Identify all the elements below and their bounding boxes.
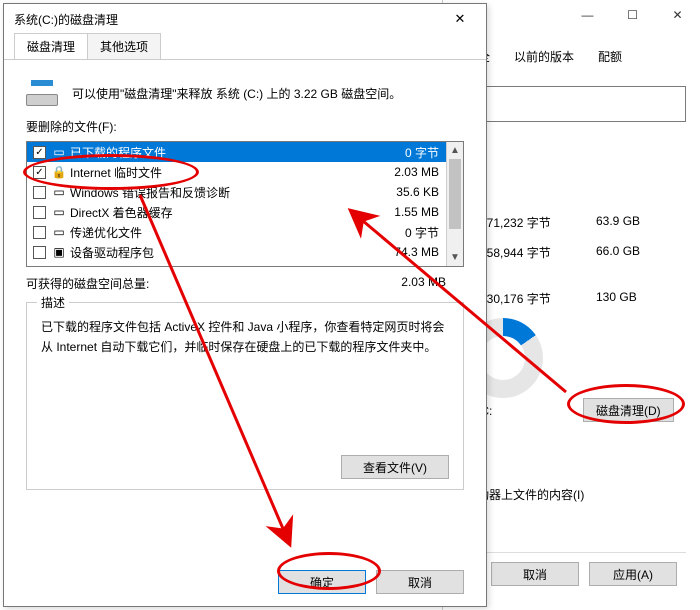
list-item[interactable]: ▭ 传递优化文件 0 字节 <box>27 222 463 242</box>
total-label: 可获得的磁盘空间总量: <box>26 275 149 292</box>
item-name: 传递优化文件 <box>70 224 142 241</box>
item-size: 74.3 MB <box>394 245 439 259</box>
capacity-human: 130 GB <box>596 290 637 304</box>
close-button[interactable]: ✕ <box>655 0 700 30</box>
capacity-bytes: 530,176 字节 <box>480 290 551 307</box>
item-size: 1.55 MB <box>394 205 439 219</box>
cancel-button[interactable]: 取消 <box>376 570 464 594</box>
tab-previous-versions[interactable]: 以前的版本 <box>506 44 582 69</box>
list-item[interactable]: ▭ DirectX 着色器缓存 1.55 MB <box>27 202 463 222</box>
checkbox[interactable]: ✓ <box>33 166 46 179</box>
item-name: 已下载的程序文件 <box>70 144 166 161</box>
list-item[interactable]: ✓ ▭ 已下载的程序文件 0 字节 <box>27 142 463 162</box>
item-size: 0 字节 <box>405 224 439 241</box>
page-icon: ▭ <box>52 205 66 219</box>
item-name: 设备驱动程序包 <box>70 244 154 261</box>
apply-button[interactable]: 应用(A) <box>589 562 677 586</box>
checkbox[interactable] <box>33 246 46 259</box>
checkbox[interactable] <box>33 186 46 199</box>
page-icon: ▭ <box>52 145 66 159</box>
group-title: 描述 <box>37 294 69 311</box>
view-files-button[interactable]: 查看文件(V) <box>341 455 449 479</box>
item-name: DirectX 着色器缓存 <box>70 204 173 221</box>
item-size: 35.6 KB <box>396 185 439 199</box>
summary-text: 可以使用"磁盘清理"来释放 系统 (C:) 上的 3.22 GB 磁盘空间。 <box>72 85 401 102</box>
ok-button[interactable]: 确定 <box>278 570 366 594</box>
lock-icon: 🔒 <box>52 165 66 179</box>
used-human: 63.9 GB <box>596 214 640 228</box>
free-human: 66.0 GB <box>596 244 640 258</box>
tab-other-options[interactable]: 其他选项 <box>87 33 161 59</box>
item-name: Windows 错误报告和反馈诊断 <box>70 184 230 201</box>
maximize-button[interactable]: ☐ <box>610 0 655 30</box>
page-icon: ▭ <box>52 185 66 199</box>
checkbox[interactable] <box>33 226 46 239</box>
dialog-title: 系统(C:)的磁盘清理 <box>14 11 440 28</box>
scroll-thumb[interactable] <box>449 159 461 229</box>
used-bytes: 271,232 字节 <box>480 214 551 231</box>
description-text: 已下载的程序文件包括 ActiveX 控件和 Java 小程序，你查看特定网页时… <box>41 317 449 358</box>
scroll-down-icon[interactable]: ▼ <box>447 249 463 266</box>
pkg-icon: ▣ <box>52 245 66 259</box>
file-list[interactable]: ✓ ▭ 已下载的程序文件 0 字节 ✓ 🔒 Internet 临时文件 2.03 MB ▭ Win… <box>26 141 464 267</box>
tab-quota[interactable]: 配额 <box>590 44 630 69</box>
free-bytes: 258,944 字节 <box>480 244 551 261</box>
checkbox[interactable] <box>33 206 46 219</box>
total-value: 2.03 MB <box>401 275 464 292</box>
drive-cleanup-icon <box>26 80 58 106</box>
disk-cleanup-dialog: 系统(C:)的磁盘清理 ✕ 磁盘清理 其他选项 可以使用"磁盘清理"来释放 系统… <box>3 3 487 607</box>
list-item[interactable]: ✓ 🔒 Internet 临时文件 2.03 MB <box>27 162 463 182</box>
item-name: Internet 临时文件 <box>70 164 162 181</box>
close-icon[interactable]: ✕ <box>440 4 480 34</box>
checkbox[interactable]: ✓ <box>33 146 46 159</box>
list-item[interactable]: ▭ Windows 错误报告和反馈诊断 35.6 KB <box>27 182 463 202</box>
scrollbar[interactable]: ▲ ▼ <box>446 142 463 266</box>
list-item[interactable]: ▣ 设备驱动程序包 74.3 MB <box>27 242 463 262</box>
cancel-button[interactable]: 取消 <box>491 562 579 586</box>
description-group: 描述 已下载的程序文件包括 ActiveX 控件和 Java 小程序，你查看特定… <box>26 302 464 490</box>
item-size: 0 字节 <box>405 144 439 161</box>
scroll-up-icon[interactable]: ▲ <box>447 142 463 159</box>
tab-disk-cleanup[interactable]: 磁盘清理 <box>14 33 88 59</box>
minimize-button[interactable]: — <box>565 0 610 30</box>
disk-cleanup-button[interactable]: 磁盘清理(D) <box>583 398 674 422</box>
item-size: 2.03 MB <box>394 165 439 179</box>
page-icon: ▭ <box>52 225 66 239</box>
files-to-delete-label: 要删除的文件(F): <box>4 114 486 141</box>
